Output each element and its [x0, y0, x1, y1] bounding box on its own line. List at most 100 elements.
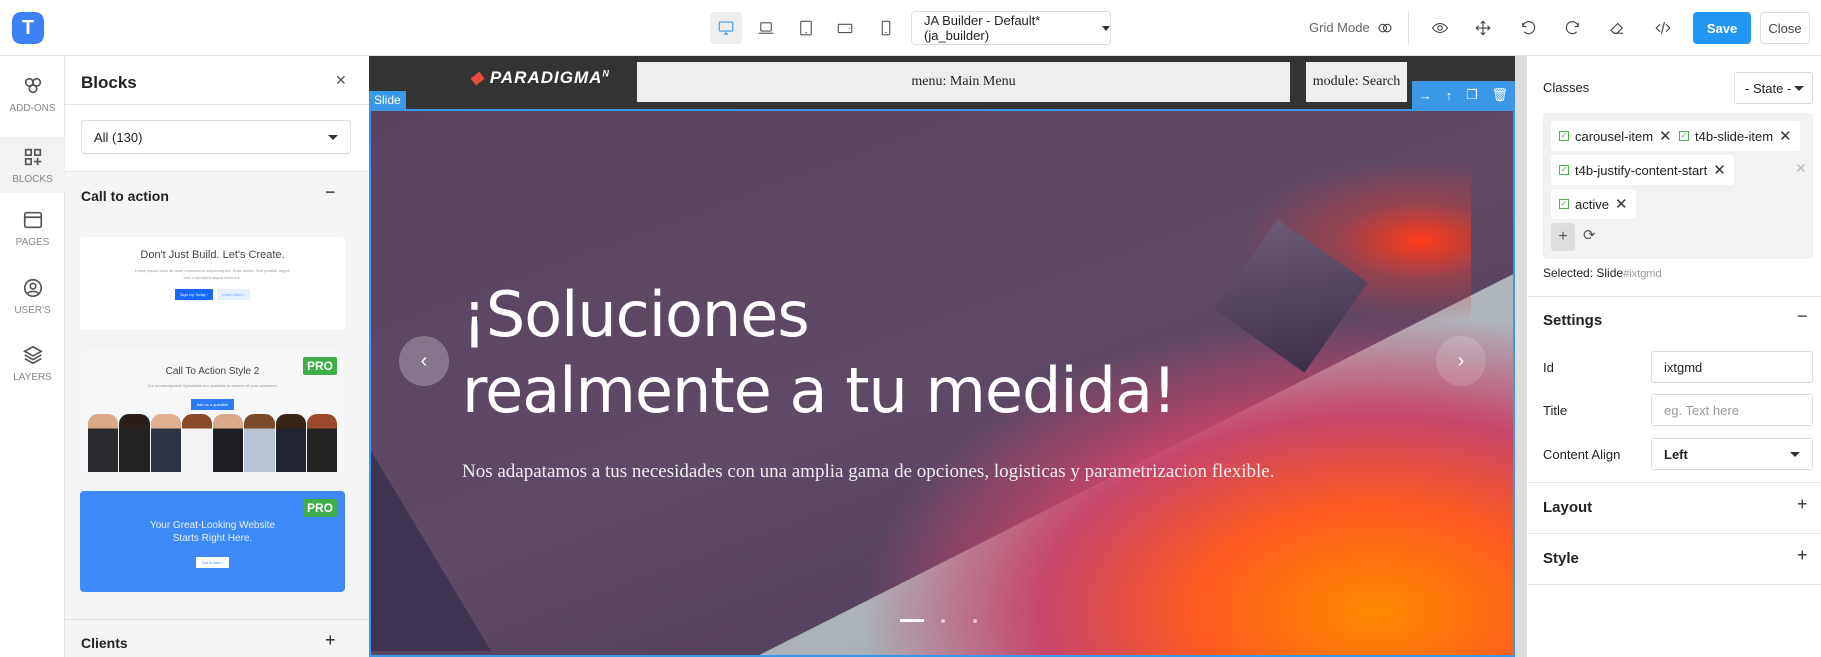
canvas: ◆ PARADIGMAN menu: Main Menu module: Sea… [369, 56, 1515, 657]
checkbox-icon[interactable]: ✓ [1559, 165, 1569, 175]
menu-placeholder[interactable]: menu: Main Menu [637, 62, 1290, 102]
trash-icon[interactable]: 🗑 [1492, 87, 1509, 103]
content-align-select[interactable]: Left [1651, 438, 1813, 470]
class-name: t4b-justify-content-start [1575, 162, 1708, 178]
add-class-button[interactable]: + [1551, 223, 1575, 251]
settings-title[interactable]: Settings [1543, 312, 1602, 329]
site-logo-sup: N [602, 68, 610, 79]
divider [1408, 12, 1409, 44]
hero-heading-line-1: ¡Soluciones [462, 278, 810, 351]
top-toolbar: T JA Builder - Default* (ja_builder) Gri… [0, 0, 1821, 56]
layout-title[interactable]: Layout [1543, 499, 1592, 516]
checkbox-icon[interactable]: ✓ [1559, 131, 1569, 141]
caret-down-icon [1102, 25, 1110, 31]
layers-icon [22, 345, 43, 364]
pro-badge: PRO [302, 499, 337, 517]
class-name: active [1575, 196, 1609, 212]
block-card-cta-3[interactable]: PRO Your Great-Looking Website Starts Ri… [80, 491, 345, 592]
hero-heading-line-2: realmente a tu medida! [462, 354, 1177, 427]
undo-button[interactable] [1516, 16, 1540, 40]
device-tablet-landscape-button[interactable] [829, 12, 861, 44]
class-tag[interactable]: ✓ carousel-item ✕ [1551, 121, 1680, 151]
section-title-clients[interactable]: Clients [81, 635, 128, 651]
site-logo-text: PARADIGMA [489, 68, 603, 87]
carousel-prev-button[interactable]: ‹ [399, 336, 449, 386]
close-icon[interactable]: ✕ [335, 72, 347, 89]
eraser-icon [1610, 22, 1624, 34]
carousel-next-button[interactable]: › [1436, 336, 1486, 386]
plus-icon: + [1558, 228, 1568, 245]
remove-class-icon[interactable]: ✕ [1659, 127, 1672, 145]
remove-class-icon[interactable]: ✕ [1615, 195, 1628, 213]
clear-classes-icon[interactable]: ✕ [1795, 160, 1807, 177]
tablet-landscape-icon [837, 23, 853, 34]
id-input[interactable]: ixtgmd [1651, 351, 1813, 383]
device-mobile-button[interactable] [870, 12, 902, 44]
move-button[interactable] [1471, 16, 1495, 40]
title-input[interactable]: eg. Text here [1651, 394, 1813, 426]
rail-item-pages[interactable]: PAGES [0, 198, 65, 258]
remove-class-icon[interactable]: ✕ [1779, 127, 1792, 145]
expand-icon[interactable]: + [1797, 545, 1808, 566]
selected-element-badge: Slide [369, 91, 406, 109]
sync-icon[interactable]: ⟳ [1583, 226, 1596, 244]
save-button[interactable]: Save [1693, 12, 1751, 44]
chevron-left-icon: ‹ [420, 349, 428, 372]
rail-item-layers[interactable]: LAYERS [0, 333, 65, 393]
divider [1527, 533, 1821, 534]
hero-slide[interactable]: ¡Soluciones realmente a tu medida! Nos a… [369, 109, 1515, 657]
canvas-scrollbar[interactable] [1515, 56, 1527, 657]
rail-item-blocks[interactable]: BLOCKS [0, 137, 65, 193]
remove-class-icon[interactable]: ✕ [1713, 161, 1726, 179]
rail-item-add-ons[interactable]: ADD-ONS [0, 64, 65, 124]
device-laptop-button[interactable] [750, 12, 782, 44]
filter-value: All (130) [94, 129, 143, 145]
checkbox-icon[interactable]: ✓ [1559, 199, 1569, 209]
style-title[interactable]: Style [1543, 550, 1579, 567]
section-title-call-to-action[interactable]: Call to action [81, 188, 169, 204]
expand-icon[interactable]: + [1797, 494, 1808, 515]
pro-badge: PRO [302, 357, 337, 375]
rail-label: LAYERS [13, 371, 52, 383]
checkbox-icon[interactable]: ✓ [1679, 131, 1689, 141]
grid-mode-toggle[interactable] [1373, 16, 1397, 40]
block-card-cta-2[interactable]: PRO Call To Action Style 2 Our knowledge… [80, 349, 345, 472]
expand-icon[interactable]: + [325, 630, 336, 651]
rail-item-users[interactable]: USER'S [0, 266, 65, 326]
move-up-arrow-icon[interactable]: ↑ [1446, 88, 1453, 103]
code-view-button[interactable] [1651, 16, 1675, 40]
chevron-right-icon: › [1457, 349, 1465, 372]
preview-button[interactable] [1428, 16, 1452, 40]
device-tablet-button[interactable] [790, 12, 822, 44]
clear-canvas-button[interactable] [1605, 16, 1629, 40]
clone-icon[interactable]: ❐ [1466, 87, 1478, 103]
divider [1527, 482, 1821, 483]
class-tag[interactable]: ✓ active ✕ [1551, 189, 1636, 219]
card-title: Your Great-Looking Website Starts Right … [149, 520, 276, 544]
site-logo[interactable]: ◆ PARADIGMAN [470, 68, 610, 88]
redo-button[interactable] [1561, 16, 1585, 40]
selected-id: #ixtgmd [1623, 268, 1662, 280]
module-search-placeholder[interactable]: module: Search [1306, 62, 1407, 102]
card-button: Ask us a question [190, 399, 235, 410]
carousel-indicator[interactable] [941, 619, 945, 623]
carousel-indicator[interactable] [973, 619, 977, 623]
collapse-icon[interactable]: − [325, 182, 336, 203]
carousel-indicator-active[interactable] [900, 619, 924, 622]
state-select[interactable]: - State - [1734, 72, 1813, 104]
align-value: Left [1664, 446, 1688, 462]
selected-label: Selected: [1543, 266, 1594, 280]
collapse-icon[interactable]: − [1797, 306, 1808, 327]
laptop-icon [758, 22, 774, 34]
block-card-cta-1[interactable]: Don't Just Build. Let's Create. Lorem ip… [80, 237, 345, 330]
divider [1527, 584, 1821, 585]
class-tag[interactable]: ✓ t4b-justify-content-start ✕ [1551, 155, 1734, 185]
selected-info: Selected: Slide#ixtgmd [1543, 266, 1662, 280]
select-parent-arrow-icon[interactable]: → [1419, 88, 1432, 103]
class-tag[interactable]: ✓ t4b-slide-item ✕ [1671, 121, 1800, 151]
blocks-filter-select[interactable]: All (130) [81, 120, 351, 154]
rail-label: USER'S [14, 304, 51, 316]
template-select[interactable]: JA Builder - Default* (ja_builder) [911, 11, 1111, 45]
device-desktop-button[interactable] [710, 12, 742, 44]
close-button[interactable]: Close [1760, 12, 1810, 44]
